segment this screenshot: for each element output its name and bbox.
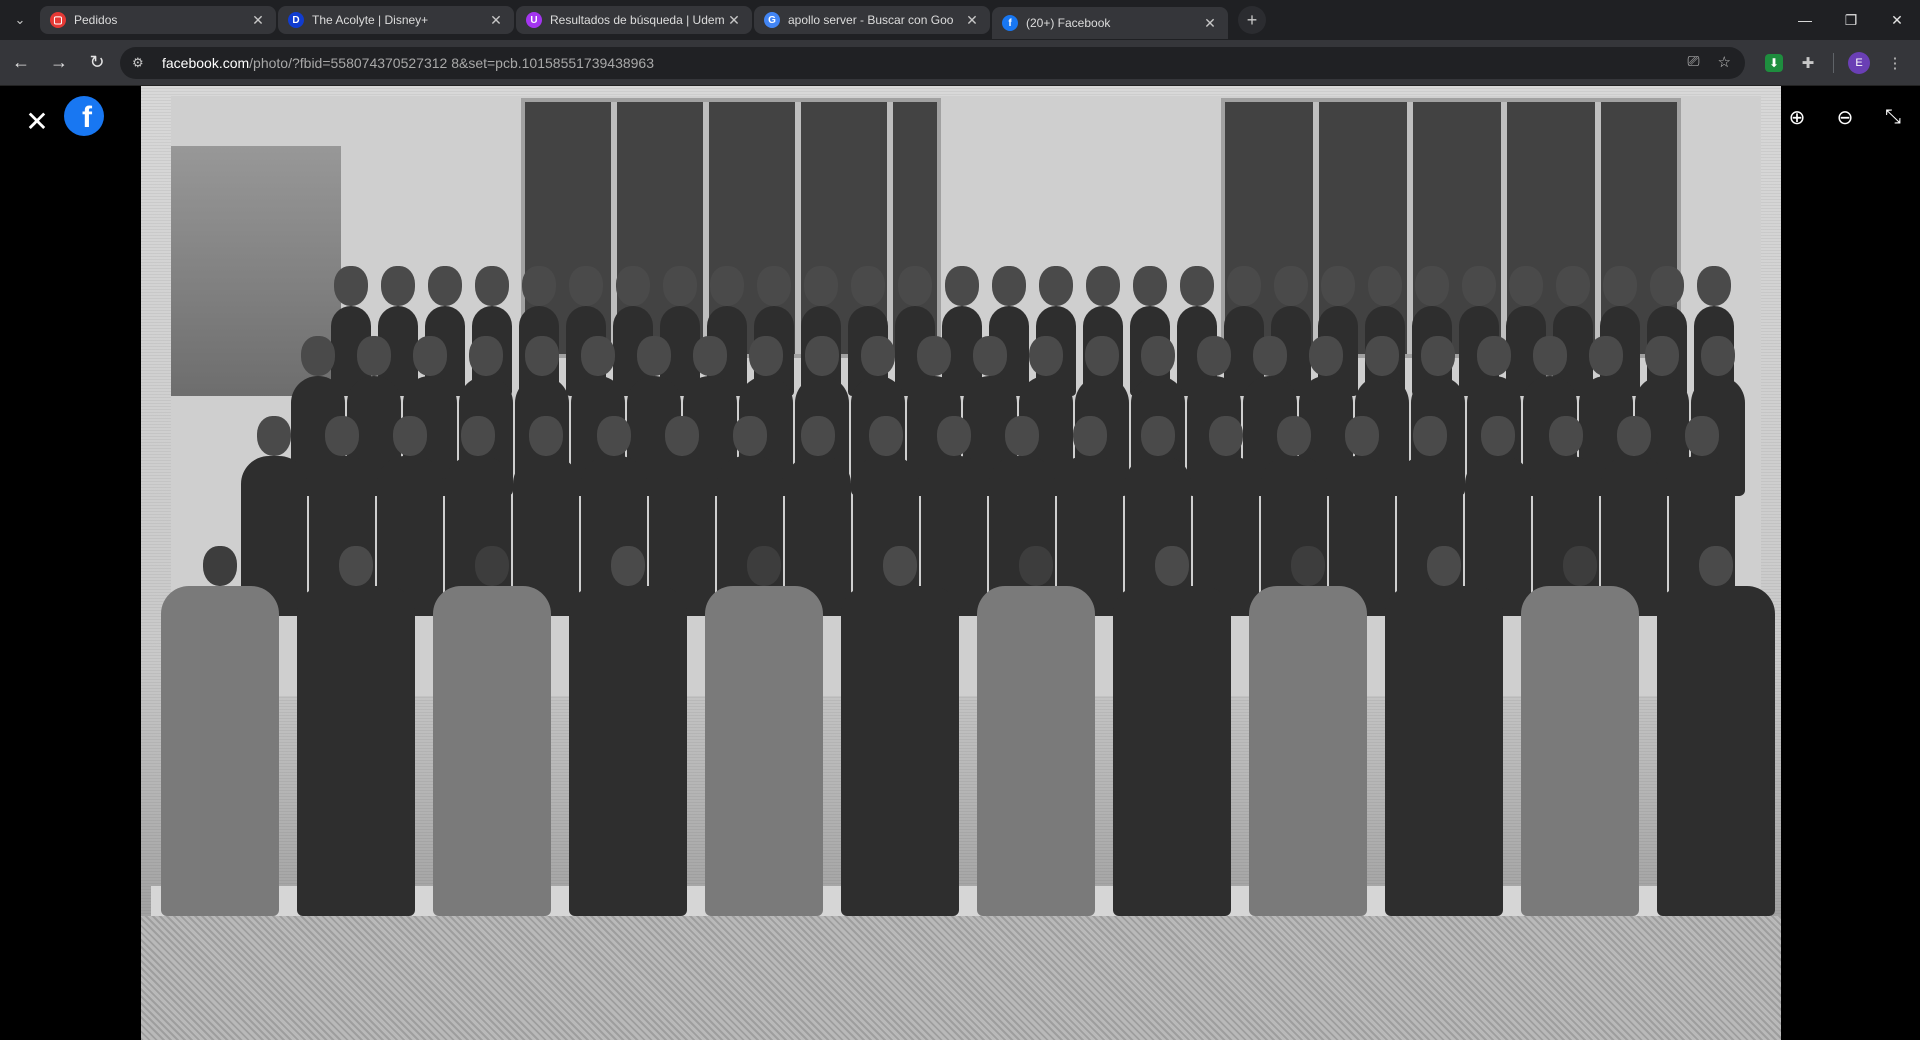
close-viewer-icon[interactable]: ✕	[20, 104, 54, 138]
back-icon[interactable]: ←	[4, 46, 38, 80]
tab-close-icon[interactable]: ✕	[1202, 15, 1218, 32]
tab-1[interactable]: D The Acolyte | Disney+ ✕	[278, 6, 514, 34]
tabs: ▢ Pedidos ✕ D The Acolyte | Disney+ ✕ U Resulta…	[40, 0, 1230, 40]
address-bar[interactable]: ⚙ facebook.com /photo/?fbid=558074370527…	[120, 47, 1745, 79]
browser-toolbar: ← → ↻ ⚙ facebook.com /photo/?fbid=558074…	[0, 40, 1920, 86]
extensions-puzzle-icon[interactable]: ✚	[1797, 52, 1819, 74]
close-window-icon[interactable]: ✕	[1874, 0, 1920, 40]
google-favicon-icon: G	[764, 12, 780, 28]
tab-close-icon[interactable]: ✕	[488, 12, 504, 29]
minimize-icon[interactable]: —	[1782, 0, 1828, 40]
disney-favicon-icon: D	[288, 12, 304, 28]
tab-close-icon[interactable]: ✕	[964, 12, 980, 29]
window-controls: — ❐ ✕	[1782, 0, 1920, 40]
new-tab-button[interactable]: +	[1238, 6, 1266, 34]
tab-4[interactable]: f (20+) Facebook ✕	[992, 7, 1228, 39]
install-app-icon[interactable]: ⎚	[1688, 53, 1700, 71]
tab-label: The Acolyte | Disney+	[312, 13, 429, 27]
tab-close-icon[interactable]: ✕	[250, 12, 266, 29]
photo[interactable]	[141, 86, 1781, 1040]
tab-label: (20+) Facebook	[1026, 16, 1111, 30]
restore-icon[interactable]: ❐	[1828, 0, 1874, 40]
photo-viewer: ✕ f ⊕ ⊖ ⤡	[0, 86, 1920, 1040]
extension-download-icon[interactable]: ⬇	[1765, 54, 1783, 72]
pedidos-favicon-icon: ▢	[50, 12, 66, 28]
url-domain: facebook.com	[162, 55, 250, 71]
browser-menu-icon[interactable]: ⋮	[1884, 52, 1906, 74]
facebook-logo-icon[interactable]: f	[64, 96, 104, 136]
tab-label: apollo server - Buscar con Goo	[788, 13, 954, 27]
tab-close-icon[interactable]: ✕	[726, 12, 742, 29]
exit-fullscreen-icon[interactable]: ⤡	[1880, 104, 1906, 130]
bookmark-star-icon[interactable]: ☆	[1718, 53, 1731, 71]
tab-3[interactable]: Gapollo server - Buscar con Goo ✕	[754, 6, 990, 34]
reload-icon[interactable]: ↻	[80, 46, 114, 80]
url-path: /photo/?fbid=558074370527312 8&set=pcb.1…	[249, 55, 655, 71]
zoom-out-icon[interactable]: ⊖	[1832, 104, 1858, 130]
tab-label: Resultados de búsqueda | Udem	[550, 13, 725, 27]
tab-0[interactable]: ▢ Pedidos ✕	[40, 6, 276, 34]
zoom-in-icon[interactable]: ⊕	[1784, 104, 1810, 130]
zoom-controls: ⊕ ⊖ ⤡	[1784, 104, 1906, 130]
profile-avatar[interactable]: E	[1848, 52, 1870, 74]
forward-icon[interactable]: →	[42, 46, 76, 80]
photo-background	[141, 86, 1781, 1040]
facebook-favicon-icon: f	[1002, 15, 1018, 31]
tab-2[interactable]: U Resultados de búsqueda | Udem ✕	[516, 6, 752, 34]
site-info-icon[interactable]: ⚙	[132, 55, 152, 71]
tab-label: Pedidos	[74, 13, 118, 27]
tab-search-chevron-icon[interactable]: ⌄	[0, 0, 40, 40]
udemy-favicon-icon: U	[526, 12, 542, 28]
tab-strip: ⌄ ▢ Pedidos ✕ D The Acolyte | Disney+ ✕ U Resul…	[0, 0, 1920, 40]
photo-ground	[141, 916, 1781, 1040]
toolbar-separator	[1833, 53, 1834, 73]
